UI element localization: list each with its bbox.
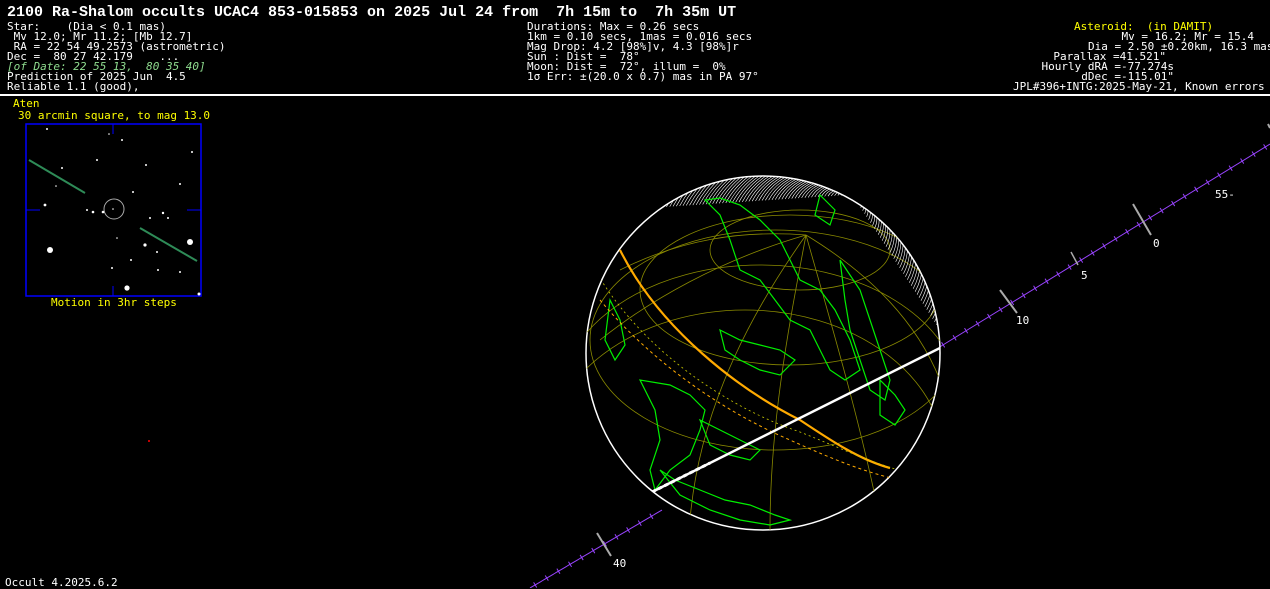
track-tick [1240,158,1245,164]
track-tick [1148,214,1153,221]
track-tick [1263,144,1268,150]
track-tick [1159,207,1164,214]
track-tick [1251,151,1256,157]
track-tick [1228,165,1233,171]
track-tick [649,513,654,520]
track-tick [579,554,584,561]
track-tick [1125,228,1130,235]
tick-label: 0 [1153,237,1160,250]
track-tick [964,327,969,334]
finder-stars [43,128,201,296]
track-tick [1021,292,1026,299]
track-tick [1217,172,1222,179]
track-major-tick [596,532,612,557]
track-tick [544,575,549,581]
track-tick [568,561,572,568]
track-tick [998,306,1003,313]
finder-chart [25,123,202,297]
track-tick [1171,200,1176,207]
track-tick [1136,221,1141,228]
track-tick [1056,271,1061,278]
track-tick [1067,264,1072,270]
track-tick [626,527,631,533]
track-tick [975,320,980,327]
track-tick [1182,193,1187,200]
track-major-tick [1132,203,1152,236]
track-tick [614,534,619,540]
track-tick [1205,179,1210,186]
earth-globe [585,175,941,531]
stray-dot [148,440,150,442]
occultation-graphics: 55- 0 5 10 40 [25,123,1270,588]
track-tick [987,313,992,320]
track-tick [1090,250,1095,256]
finder-frame [25,123,202,297]
tick-label: 40 [613,557,626,570]
target-star-marker [103,198,125,220]
tick-label: 10 [1016,314,1029,327]
tick-label: 55- [1215,188,1235,201]
track-tick [1033,285,1038,292]
track-tick [591,547,596,554]
track-tick [1044,278,1049,285]
track-tick [1079,257,1084,263]
track-tick [952,334,957,341]
track-tick [533,582,538,588]
motion-track [28,159,86,194]
track-tick [1194,186,1199,193]
earth-limb [585,175,941,531]
track-major-tick [1070,251,1079,266]
track-tick [941,342,946,348]
tick-label: 5 [1081,269,1088,282]
footer-version: Occult 4.2025.6.2 [5,576,118,589]
track-tick [556,568,561,575]
track-tick [1113,236,1118,242]
track-tick [637,520,642,526]
track-tick [1102,243,1107,249]
track-line-south [529,509,663,588]
